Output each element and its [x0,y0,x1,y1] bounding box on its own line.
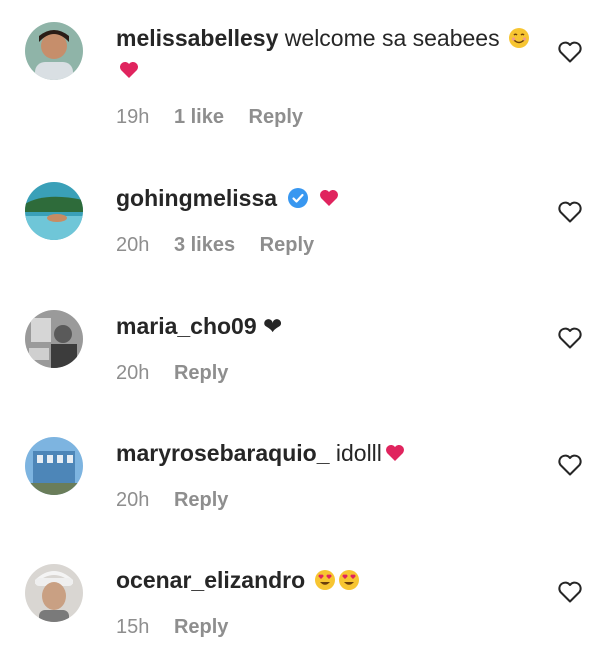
like-heart-icon[interactable] [557,326,583,350]
comment-body: welcome sa seabees [284,25,500,51]
timestamp: 20h [116,362,150,384]
avatar[interactable] [25,22,83,80]
comment-text: maria_cho09 ❤ [116,310,546,342]
username[interactable]: maria_cho09 [116,313,257,339]
heart-eyes-emoji [314,570,335,590]
comment-text: gohingmelissa [116,182,546,214]
username[interactable]: melissabellesy [116,25,278,51]
reply-button[interactable]: Reply [174,489,228,511]
timestamp: 15h [116,616,150,638]
red-heart-emoji [319,190,338,206]
reply-button[interactable]: Reply [174,362,228,384]
avatar[interactable] [25,310,83,368]
heart-eyes-emoji [338,570,359,590]
comment-meta: 20h Reply [116,362,546,385]
smiling-face-emoji [508,28,529,48]
comment-text: melissabellesy welcome sa seabees [116,22,546,86]
reply-button[interactable]: Reply [249,106,303,128]
comment-body: ❤ [263,313,283,339]
username[interactable]: maryrosebaraquio_ [116,440,329,466]
red-heart-emoji [120,62,138,78]
red-heart-emoji [385,445,404,461]
comment-meta: 20h Reply [116,489,546,512]
username[interactable]: gohingmelissa [116,185,277,211]
reply-button[interactable]: Reply [174,616,228,638]
comment-body: idolll [335,440,382,466]
timestamp: 19h [116,106,150,128]
like-heart-icon[interactable] [557,453,583,477]
likes-count[interactable]: 3 likes [174,234,235,256]
avatar[interactable] [25,437,83,495]
comment-meta: 19h 1 like Reply [116,106,546,129]
username[interactable]: ocenar_elizandro [116,567,305,593]
like-heart-icon[interactable] [557,200,583,224]
comment-meta: 15h Reply [116,616,546,639]
comment-text: ocenar_elizandro [116,564,546,596]
avatar[interactable] [25,564,83,622]
like-heart-icon[interactable] [557,580,583,604]
comment-text: maryrosebaraquio_ idolll [116,437,546,469]
likes-count[interactable]: 1 like [174,106,224,128]
comment-meta: 20h 3 likes Reply [116,234,546,257]
like-heart-icon[interactable] [557,40,583,64]
verified-badge-icon [288,188,309,208]
timestamp: 20h [116,234,150,256]
reply-button[interactable]: Reply [260,234,314,256]
timestamp: 20h [116,489,150,511]
avatar[interactable] [25,182,83,240]
